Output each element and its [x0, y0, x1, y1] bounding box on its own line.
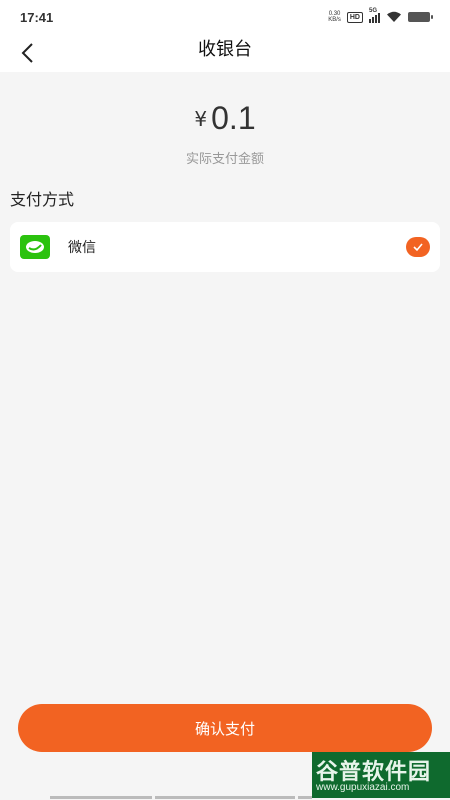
home-indicator-left: [50, 796, 152, 799]
amount-caption: 实际支付金额: [185, 152, 264, 167]
nav-bar: 收银台: [0, 34, 450, 72]
status-bar: 17:41 0.30 KB/s HD 5G: [0, 0, 450, 34]
amount-value: 0.1: [211, 100, 256, 136]
payment-amount: ¥0.1: [0, 100, 450, 137]
status-icons: 0.30 KB/s HD 5G: [328, 8, 433, 23]
check-icon: [406, 237, 430, 257]
status-time: 17:41: [20, 9, 54, 25]
payment-option-wechat[interactable]: 微信: [10, 222, 440, 272]
hd-icon: HD: [346, 11, 363, 23]
network-type: 5G: [369, 8, 378, 14]
payment-method-title: 支付方式: [10, 190, 75, 209]
watermark-logo: 谷普软件园 www.gupuxiazai.com: [312, 752, 450, 798]
signal-icon: 5G: [369, 8, 380, 23]
payment-option-label: 微信: [68, 240, 96, 256]
back-button[interactable]: [12, 38, 42, 68]
network-speed-unit: KB/s: [328, 17, 341, 23]
network-speed: 0.30 KB/s: [328, 11, 341, 23]
battery-icon: [408, 12, 433, 22]
currency-symbol: ¥: [194, 106, 208, 131]
wechat-icon: [20, 235, 50, 259]
confirm-payment-button[interactable]: 确认支付: [18, 704, 432, 752]
wifi-icon: [387, 11, 401, 22]
watermark-url: www.gupuxiazai.com: [316, 782, 410, 793]
home-indicator-middle: [155, 796, 295, 799]
chevron-left-icon: [21, 43, 33, 63]
home-indicator-right: [298, 796, 312, 799]
page-title: 收银台: [198, 39, 252, 60]
